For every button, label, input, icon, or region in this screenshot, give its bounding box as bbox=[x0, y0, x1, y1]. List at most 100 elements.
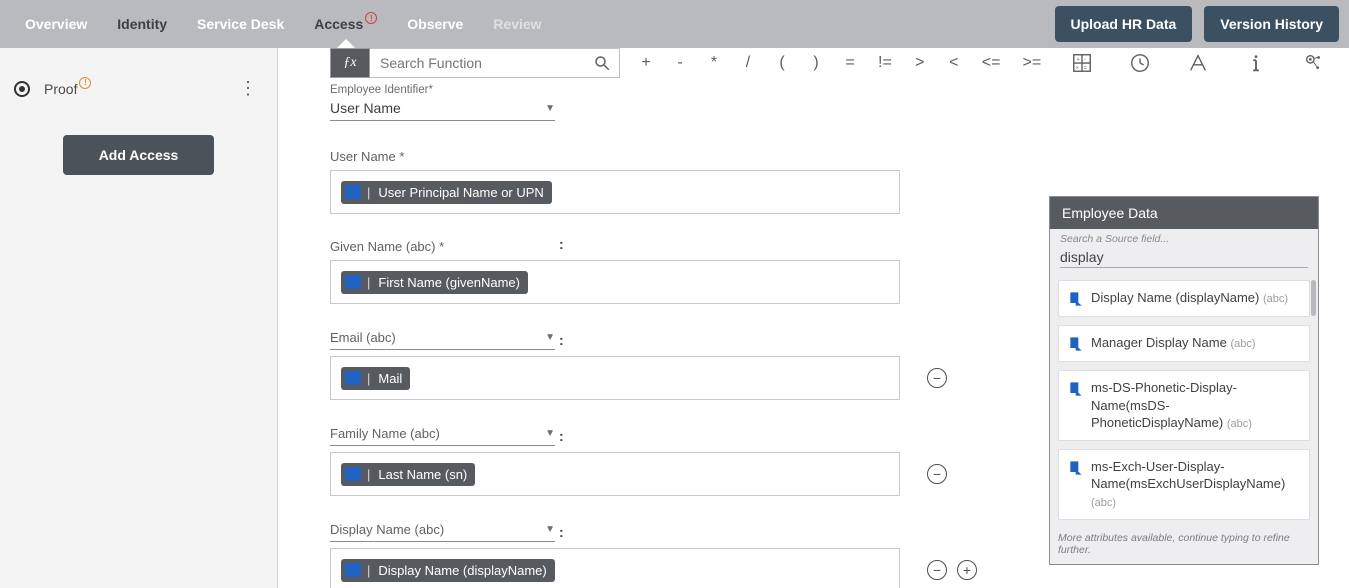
attribute-footnote: More attributes available, continue typi… bbox=[1050, 532, 1318, 564]
database-icon bbox=[345, 467, 361, 481]
chip-divider: | bbox=[367, 563, 370, 578]
field-block: Given Name (abc) *: |First Name (givenNam… bbox=[330, 236, 980, 304]
svg-text:-: - bbox=[1084, 57, 1086, 63]
op-gt[interactable]: > bbox=[914, 54, 926, 72]
op-lt[interactable]: < bbox=[948, 54, 960, 72]
remove-field-button[interactable]: − bbox=[927, 464, 947, 484]
add-access-button[interactable]: Add Access bbox=[63, 135, 215, 175]
formula-bar: ƒx + - * / ( ) = != > < <= >= +-×= bbox=[330, 48, 1349, 78]
source-chip[interactable]: |Last Name (sn) bbox=[341, 463, 475, 486]
tab-access[interactable]: Access ! bbox=[299, 0, 392, 48]
attribute-item[interactable]: Display Name (displayName) (abc) bbox=[1058, 280, 1310, 317]
database-icon bbox=[345, 563, 361, 577]
colon-icon: : bbox=[559, 428, 564, 444]
source-chip[interactable]: | Display Name (displayName) bbox=[341, 559, 555, 582]
field-input[interactable]: | User Principal Name or UPN bbox=[330, 170, 900, 214]
operator-row: + - * / ( ) = != > < <= >= bbox=[640, 48, 1041, 78]
colon-icon: : bbox=[559, 332, 564, 348]
clock-icon[interactable] bbox=[1129, 52, 1151, 74]
tab-service-desk[interactable]: Service Desk bbox=[182, 0, 299, 48]
attribute-item[interactable]: ms-Exch-User-Display-Name(msExchUserDisp… bbox=[1058, 449, 1310, 520]
remove-field-button[interactable]: − bbox=[927, 560, 947, 580]
op-gte[interactable]: >= bbox=[1022, 54, 1041, 72]
op-paren-open[interactable]: ( bbox=[776, 54, 788, 72]
tab-access-label: Access bbox=[314, 16, 363, 32]
field-label-select[interactable]: Family Name (abc)▼ bbox=[330, 422, 555, 446]
target-icon bbox=[14, 81, 30, 97]
sidebar-item-proof[interactable]: Proof ! ⋮ bbox=[0, 70, 277, 107]
kebab-menu-icon[interactable]: ⋮ bbox=[233, 78, 263, 99]
chevron-down-icon: ▼ bbox=[545, 103, 555, 114]
top-actions: Upload HR Data Version History bbox=[1055, 6, 1340, 42]
employee-data-sublabel: Search a Source field... bbox=[1050, 229, 1318, 245]
attribute-name: Manager Display Name bbox=[1091, 335, 1230, 350]
op-eq[interactable]: = bbox=[844, 54, 856, 72]
attribute-item[interactable]: ms-DS-Phonetic-Display-Name(msDS-Phoneti… bbox=[1058, 370, 1310, 441]
field-icon bbox=[1067, 290, 1083, 308]
font-icon[interactable] bbox=[1187, 52, 1209, 74]
employee-id-value: User Name bbox=[330, 100, 401, 116]
tool-icons: +-×= bbox=[1071, 48, 1325, 78]
fx-icon: ƒx bbox=[330, 48, 370, 78]
source-chip[interactable]: |First Name (givenName) bbox=[341, 271, 528, 294]
database-icon bbox=[345, 275, 361, 289]
version-history-button[interactable]: Version History bbox=[1204, 6, 1339, 42]
attribute-text: ms-Exch-User-Display-Name(msExchUserDisp… bbox=[1091, 458, 1301, 511]
field-input[interactable]: |Mail− bbox=[330, 356, 900, 400]
chip-label: Display Name (displayName) bbox=[378, 563, 546, 578]
op-lte[interactable]: <= bbox=[982, 54, 1001, 72]
source-chip[interactable]: |Mail bbox=[341, 367, 410, 390]
svg-text:=: = bbox=[1084, 65, 1087, 71]
nav-tabs: Overview Identity Service Desk Access ! … bbox=[10, 0, 557, 48]
chip-label: Mail bbox=[378, 371, 402, 386]
calculator-icon[interactable]: +-×= bbox=[1071, 52, 1093, 74]
tab-identity[interactable]: Identity bbox=[102, 0, 182, 48]
op-minus[interactable]: - bbox=[674, 54, 686, 72]
database-icon bbox=[345, 371, 361, 385]
op-divide[interactable]: / bbox=[742, 54, 754, 72]
attribute-text: ms-DS-Phonetic-Display-Name(msDS-Phoneti… bbox=[1091, 379, 1301, 432]
employee-id-select[interactable]: User Name ▼ bbox=[330, 96, 555, 121]
field-label: Display Name (abc) bbox=[330, 522, 444, 537]
op-paren-close[interactable]: ) bbox=[810, 54, 822, 72]
chip-label: First Name (givenName) bbox=[378, 275, 520, 290]
chip-divider: | bbox=[367, 185, 370, 200]
op-neq[interactable]: != bbox=[878, 54, 892, 72]
sidebar-item-label: Proof bbox=[44, 81, 77, 97]
field-input[interactable]: |Display Name (displayName)−+ bbox=[330, 548, 900, 588]
attribute-item[interactable]: Manager Display Name (abc) bbox=[1058, 325, 1310, 362]
remove-field-button[interactable]: − bbox=[927, 368, 947, 388]
tab-overview[interactable]: Overview bbox=[10, 0, 102, 48]
upload-hr-data-button[interactable]: Upload HR Data bbox=[1055, 6, 1193, 42]
search-function-box[interactable] bbox=[370, 48, 620, 78]
field-label-select[interactable]: Display Name (abc)▼ bbox=[330, 518, 555, 542]
search-icon[interactable] bbox=[593, 54, 611, 72]
fields-area: User Name * | User Principal Name or UPN Gi… bbox=[330, 121, 1010, 588]
attribute-type-hint: (abc) bbox=[1263, 293, 1288, 305]
colon-icon: : bbox=[559, 236, 564, 252]
field-label-select[interactable]: Email (abc)▼ bbox=[330, 326, 555, 350]
source-chip[interactable]: | User Principal Name or UPN bbox=[341, 181, 552, 204]
field-input[interactable]: |First Name (givenName) bbox=[330, 260, 900, 304]
source-field-search-input[interactable] bbox=[1060, 247, 1308, 268]
gear-node-icon[interactable] bbox=[1303, 52, 1325, 74]
warning-icon: ! bbox=[365, 12, 377, 24]
attribute-list: Display Name (displayName) (abc) Manager … bbox=[1050, 274, 1318, 532]
search-function-input[interactable] bbox=[378, 54, 593, 72]
tab-observe[interactable]: Observe bbox=[392, 0, 478, 48]
chip-label: User Principal Name or UPN bbox=[378, 185, 543, 200]
field-label: User Name * bbox=[330, 149, 555, 164]
field-input[interactable]: |Last Name (sn)− bbox=[330, 452, 900, 496]
center-pane: ƒx + - * / ( ) = != > < <= >= +-×= bbox=[278, 48, 1349, 588]
add-field-button[interactable]: + bbox=[957, 560, 977, 580]
scrollbar[interactable] bbox=[1311, 280, 1316, 316]
field-label: Given Name (abc) * bbox=[330, 239, 555, 254]
tab-review[interactable]: Review bbox=[478, 0, 556, 48]
info-icon[interactable] bbox=[1245, 52, 1267, 74]
op-plus[interactable]: + bbox=[640, 54, 652, 72]
field-icon bbox=[1067, 380, 1083, 398]
field-block: Display Name (abc)▼:|Display Name (displ… bbox=[330, 518, 980, 588]
top-nav: Overview Identity Service Desk Access ! … bbox=[0, 0, 1349, 48]
warning-icon: ! bbox=[79, 77, 91, 89]
op-multiply[interactable]: * bbox=[708, 54, 720, 72]
